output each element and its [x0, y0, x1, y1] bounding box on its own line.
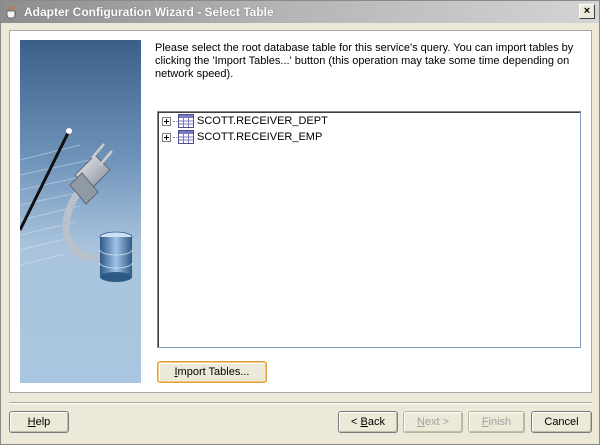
tree-connector	[173, 136, 177, 138]
mnemonic: H	[27, 416, 36, 428]
tree-item-receiver-dept[interactable]: SCOTT.RECEIVER_DEPT	[162, 113, 328, 129]
tree-item-label: SCOTT.RECEIVER_EMP	[197, 131, 323, 143]
title-bar[interactable]: Adapter Configuration Wizard - Select Ta…	[1, 1, 599, 23]
footer-separator	[9, 402, 592, 404]
close-button[interactable]: ×	[579, 4, 595, 19]
adapter-plug-illustration	[20, 40, 141, 383]
tree-connector	[173, 120, 177, 122]
back-button[interactable]: < Back	[338, 411, 398, 433]
close-icon: ×	[583, 5, 591, 17]
button-label: mport Tables...	[177, 366, 250, 378]
wizard-content-panel: Please select the root database table fo…	[9, 30, 592, 393]
tree-item-receiver-emp[interactable]: SCOTT.RECEIVER_EMP	[162, 129, 322, 145]
button-label: elp	[35, 416, 51, 428]
tree-item-label: SCOTT.RECEIVER_DEPT	[197, 115, 328, 127]
table-icon	[178, 114, 194, 128]
help-button[interactable]: Help	[9, 411, 69, 433]
button-label: ext >	[424, 416, 450, 428]
import-tables-button[interactable]: Import Tables...	[157, 361, 267, 383]
finish-button[interactable]: Finish	[468, 411, 525, 433]
button-label: inish	[488, 416, 512, 428]
table-icon	[178, 130, 194, 144]
window-title: Adapter Configuration Wizard - Select Ta…	[24, 5, 274, 19]
wizard-window: Adapter Configuration Wizard - Select Ta…	[0, 0, 600, 445]
mnemonic: F	[481, 416, 489, 428]
instructions-text: Please select the root database table fo…	[155, 42, 574, 80]
expand-icon[interactable]	[162, 116, 171, 126]
table-tree[interactable]: SCOTT.RECEIVER_DEPT SCOTT.RECEIVER_EMP	[157, 111, 581, 348]
button-label: ack	[367, 416, 385, 428]
button-prefix: <	[351, 416, 361, 428]
cancel-button[interactable]: Cancel	[531, 411, 592, 433]
next-button[interactable]: Next >	[403, 411, 463, 433]
mnemonic: N	[416, 416, 425, 428]
mnemonic: B	[360, 416, 368, 428]
java-cup-icon	[4, 4, 20, 20]
expand-icon[interactable]	[162, 132, 171, 142]
